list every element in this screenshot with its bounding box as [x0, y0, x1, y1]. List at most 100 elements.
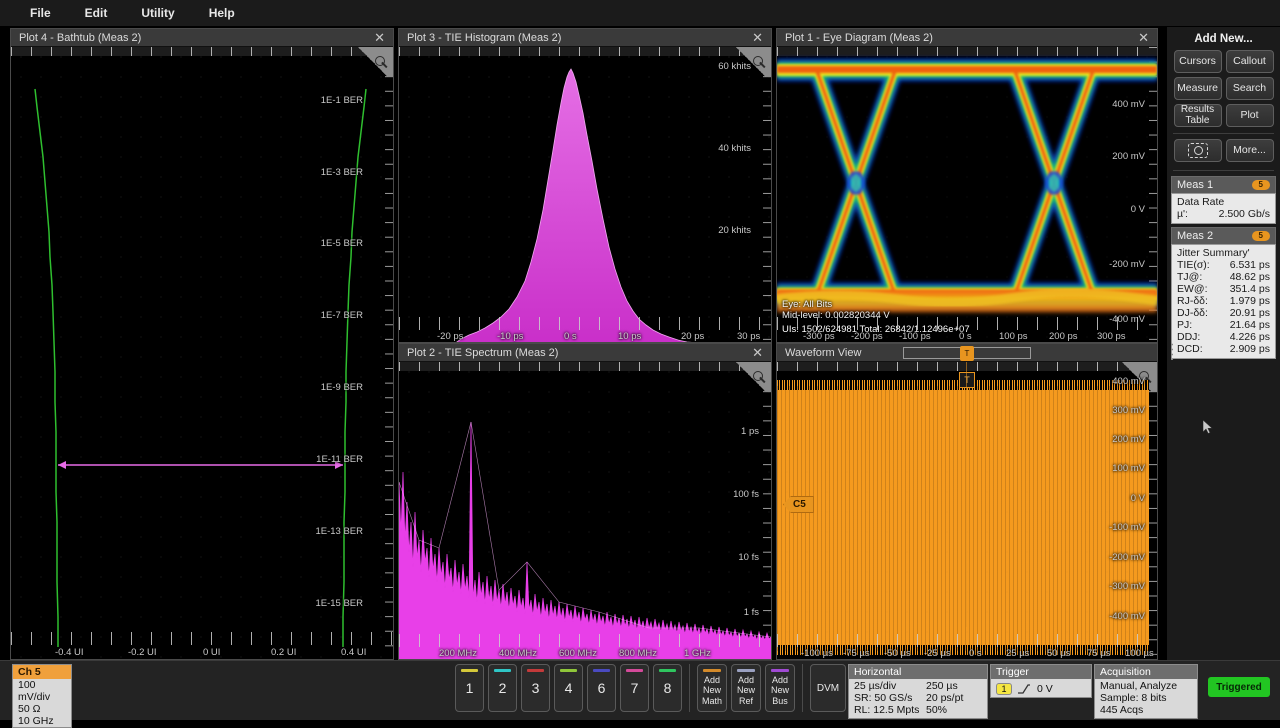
menu-help[interactable]: Help [197, 2, 247, 24]
add-new-bus-button[interactable]: Add New Bus [765, 664, 795, 712]
dvm-button[interactable]: DVM [810, 664, 846, 712]
plot-tie-spectrum: Plot 2 - TIE Spectrum (Meas 2) ✕ 1 ps 10… [398, 343, 772, 660]
plot-bathtub-titlebar[interactable]: Plot 4 - Bathtub (Meas 2) ✕ [11, 29, 393, 47]
add-cursors-button[interactable]: Cursors [1174, 50, 1222, 73]
bathtub-ylabel-1: 1E-3 BER [321, 167, 363, 178]
spectrum-xlabel-0: 200 MHz [439, 648, 477, 659]
trigger-marker[interactable]: T [959, 372, 975, 388]
horizontal-body: 25 µs/div 250 µs SR: 50 GS/s 20 ps/pt RL… [849, 679, 987, 718]
histogram-xlabel-0: -20 ps [437, 331, 463, 342]
rising-edge-icon [1017, 683, 1031, 695]
plot-spectrum-titlebar[interactable]: Plot 2 - TIE Spectrum (Meas 2) ✕ [399, 344, 771, 362]
meas-2-row-tj: TJ@: 48.62 ps [1177, 271, 1270, 283]
channel-5-impedance: 50 Ω [13, 703, 71, 715]
meas-2-key-6: DDJ: [1177, 331, 1200, 343]
ruler-bottom [399, 634, 771, 647]
add-new-ref-button[interactable]: Add New Ref [731, 664, 761, 712]
meas-2-key-3: RJ-δδ: [1177, 295, 1208, 307]
eye-xlabel-4: 100 ps [999, 331, 1028, 342]
meas-2-card[interactable]: Meas 2 5 Jitter Summary' TIE(σ): 6.531 p… [1171, 227, 1276, 359]
histogram-xlabel-3: 10 ps [618, 331, 641, 342]
menu-file[interactable]: File [18, 2, 63, 24]
bathtub-ylabel-4: 1E-9 BER [321, 382, 363, 393]
channel-1-color [461, 669, 478, 672]
channel-2-label: 2 [499, 680, 507, 696]
plot-eye-diagram: Plot 1 - Eye Diagram (Meas 2) ✕ [776, 28, 1158, 343]
channel-button-7[interactable]: 7 [620, 664, 649, 712]
channel-button-8[interactable]: 8 [653, 664, 682, 712]
add-measure-button[interactable]: Measure [1174, 77, 1222, 100]
menu-edit[interactable]: Edit [73, 2, 120, 24]
close-icon[interactable]: ✕ [750, 346, 765, 359]
meas-1-name: Data Rate [1177, 196, 1270, 208]
acquisition-body: Manual, Analyze Sample: 8 bits 445 Acqs [1095, 679, 1197, 718]
channel-5-bandwidth: 10 GHz [13, 715, 71, 727]
histogram-xlabel-2: 0 s [564, 331, 577, 342]
drag-handle-dots[interactable] [1170, 342, 1174, 360]
meas-1-card[interactable]: Meas 1 5 Data Rate µ': 2.500 Gb/s [1171, 176, 1276, 224]
waveform-graticule[interactable]: T C5 400 mV 300 mV 200 mV 100 mV 0 V -10… [777, 362, 1157, 659]
close-icon[interactable]: ✕ [750, 31, 765, 44]
plot-bathtub: Plot 4 - Bathtub (Meas 2) ✕ 1E-1 BER 1E-… [10, 28, 394, 660]
add-results-table-button[interactable]: Results Table [1174, 104, 1222, 127]
right-sidebar: Add New... Cursors Callout Measure Searc… [1167, 27, 1280, 660]
close-icon[interactable]: ✕ [372, 31, 387, 44]
channel-button-1[interactable]: 1 [455, 664, 484, 712]
trigger-status-badge[interactable]: Triggered [1208, 677, 1270, 697]
zoom-overview-bar[interactable]: T [903, 347, 1031, 359]
meas-2-header[interactable]: Meas 2 5 [1171, 227, 1276, 244]
meas-2-key-5: PJ: [1177, 319, 1192, 331]
plot-eye-titlebar[interactable]: Plot 1 - Eye Diagram (Meas 2) ✕ [777, 29, 1157, 47]
meas-2-row-pj: PJ: 21.64 ps [1177, 319, 1270, 331]
meas-2-value-7: 2.909 ps [1230, 343, 1270, 355]
acquisition-mode: Manual, Analyze [1100, 680, 1192, 692]
meas-1-header[interactable]: Meas 1 5 [1171, 176, 1276, 193]
acquisition-settings[interactable]: Acquisition Manual, Analyze Sample: 8 bi… [1094, 664, 1198, 719]
add-new-math-button[interactable]: Add New Math [697, 664, 727, 712]
meas-1-label: Meas 1 [1177, 179, 1213, 191]
bathtub-ylabel-6: 1E-13 BER [315, 526, 363, 537]
plot-histogram-titlebar[interactable]: Plot 3 - TIE Histogram (Meas 2) ✕ [399, 29, 771, 47]
channel-5-badge[interactable]: Ch 5 100 mV/div 50 Ω 10 GHz [12, 664, 72, 728]
add-search-button[interactable]: Search [1226, 77, 1274, 100]
channel-8-label: 8 [664, 680, 672, 696]
channel-button-6[interactable]: 6 [587, 664, 616, 712]
waveform-xlabel-4: 0 s [969, 648, 982, 659]
plot-bathtub-graticule[interactable]: 1E-1 BER 1E-3 BER 1E-5 BER 1E-7 BER 1E-9… [11, 47, 393, 659]
histogram-ylabel-1: 40 khits [718, 143, 751, 154]
spectrum-xlabel-4: 1 GHz [684, 648, 711, 659]
visual-search-icon-button[interactable] [1174, 139, 1222, 162]
close-icon[interactable]: ✕ [1136, 31, 1151, 44]
meas-2-value-2: 351.4 ps [1230, 283, 1270, 295]
meas-2-row-tie: TIE(σ): 6.531 ps [1177, 259, 1270, 271]
add-plot-button[interactable]: Plot [1226, 104, 1274, 127]
eye-xlabel-5: 200 ps [1049, 331, 1078, 342]
waveform-ylabel-2: 200 mV [1112, 434, 1145, 445]
trigger-level: 0 V [1037, 683, 1053, 695]
acquisition-sample: Sample: 8 bits [1100, 692, 1192, 704]
plot-spectrum-graticule[interactable]: 1 ps 100 fs 10 fs 1 fs 200 MHz 400 MHz 6… [399, 362, 771, 659]
horizontal-row-1: SR: 50 GS/s 20 ps/pt [854, 692, 982, 704]
overview-trigger-marker[interactable]: T [960, 346, 974, 361]
horizontal-settings[interactable]: Horizontal 25 µs/div 250 µs SR: 50 GS/s … [848, 664, 988, 719]
channel-button-3[interactable]: 3 [521, 664, 550, 712]
meas-1-key-0: µ': [1177, 208, 1188, 220]
waveform-xlabel-1: -75 µs [843, 648, 870, 659]
channel-button-4[interactable]: 4 [554, 664, 583, 712]
channel-button-2[interactable]: 2 [488, 664, 517, 712]
add-more-button[interactable]: More... [1226, 139, 1274, 162]
eye-xlabel-0: -300 ps [803, 331, 835, 342]
eye-xlabel-2: -100 ps [899, 331, 931, 342]
menu-bar: File Edit Utility Help [0, 0, 1280, 27]
add-callout-button[interactable]: Callout [1226, 50, 1274, 73]
eye-xlabel-1: -200 ps [851, 331, 883, 342]
channel-2-color [494, 669, 511, 672]
plot-eye-graticule[interactable]: 400 mV 200 mV 0 V -200 mV -400 mV Eye: A… [777, 47, 1157, 342]
plot-histogram-graticule[interactable]: 60 khits 40 khits 20 khits -20 ps -10 ps… [399, 47, 771, 342]
channel-button-row: 1 2 3 4 6 7 8 Add New Math [455, 664, 886, 712]
waveform-titlebar[interactable]: Waveform View T [777, 344, 1157, 362]
plot-histogram-title: Plot 3 - TIE Histogram (Meas 2) [407, 32, 561, 44]
trigger-body: 1 0 V [991, 679, 1091, 697]
trigger-settings[interactable]: Trigger 1 0 V [990, 664, 1092, 698]
menu-utility[interactable]: Utility [129, 2, 186, 24]
